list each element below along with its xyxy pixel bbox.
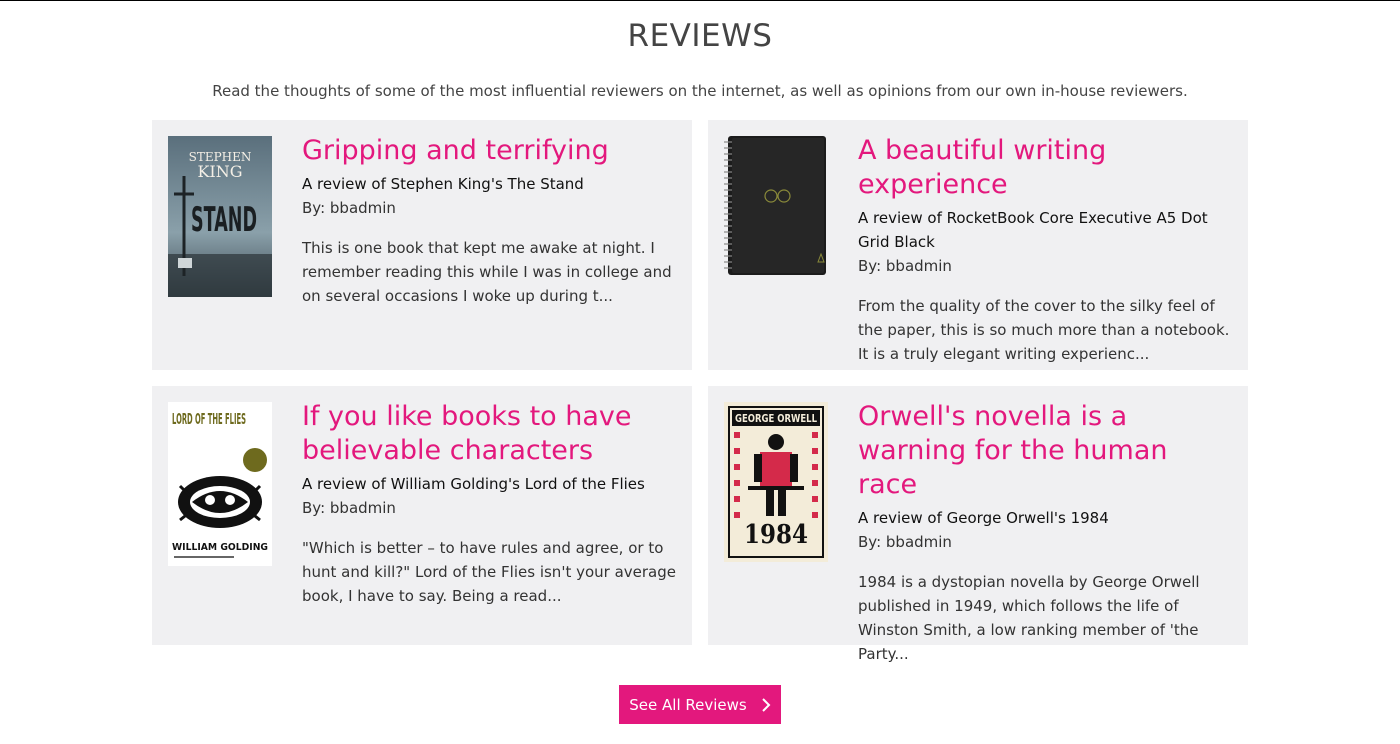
review-title[interactable]: Orwell's novella is a warning for the hu… [858,400,1233,502]
cover-title: 1984 [744,520,808,550]
section-subtitle: Read the thoughts of some of the most in… [212,82,1188,100]
review-excerpt: This is one book that kept me awake at n… [302,239,672,305]
review-excerpt: 1984 is a dystopian novella by George Or… [858,573,1200,663]
review-subject: A review of William Golding's Lord of th… [302,475,645,493]
top-border [0,0,1400,1]
cover-author-last: KING [197,162,242,181]
cover-title: STAND [191,200,257,240]
review-author: By: bbadmin [858,257,952,275]
see-all-reviews-button[interactable]: See All Reviews [619,685,781,724]
cover-title: LORD OF THE FLIES [172,410,246,428]
review-card[interactable]: A beautiful writing experience A review … [708,120,1248,370]
see-all-label: See All Reviews [629,695,747,714]
review-excerpt: From the quality of the cover to the sil… [858,297,1230,363]
review-subject: A review of RocketBook Core Executive A5… [858,209,1208,251]
review-author: By: bbadmin [302,499,396,517]
cover-author: WILLIAM GOLDING [172,542,268,553]
review-title[interactable]: A beautiful writing experience [858,134,1233,202]
review-title[interactable]: Gripping and terrifying [302,134,677,168]
review-author: By: bbadmin [858,533,952,551]
review-excerpt: "Which is better – to have rules and agr… [302,539,676,605]
review-subject: A review of George Orwell's 1984 [858,509,1109,527]
book-cover-1984[interactable]: GEORGE ORWELL 1984 [724,402,828,562]
review-title[interactable]: If you like books to have believable cha… [302,400,677,468]
chevron-right-icon [761,697,771,713]
book-cover-lord-of-the-flies[interactable]: LORD OF THE FLIES WILLIAM GOLDING [168,402,272,566]
review-subject: A review of Stephen King's The Stand [302,175,584,193]
notebook-image-rocketbook[interactable] [724,136,828,276]
review-card[interactable]: LORD OF THE FLIES WILLIAM GOLDING If you… [152,386,692,645]
book-cover-the-stand[interactable]: STEPHEN KING STAND [168,136,272,297]
review-author: By: bbadmin [302,199,396,217]
cover-author: GEORGE ORWELL [735,412,817,425]
section-title: REVIEWS [627,18,773,54]
review-card[interactable]: GEORGE ORWELL 1984 Orwell's novella is a… [708,386,1248,663]
review-card[interactable]: STEPHEN KING STAND Gripping and terrifyi… [152,120,692,370]
